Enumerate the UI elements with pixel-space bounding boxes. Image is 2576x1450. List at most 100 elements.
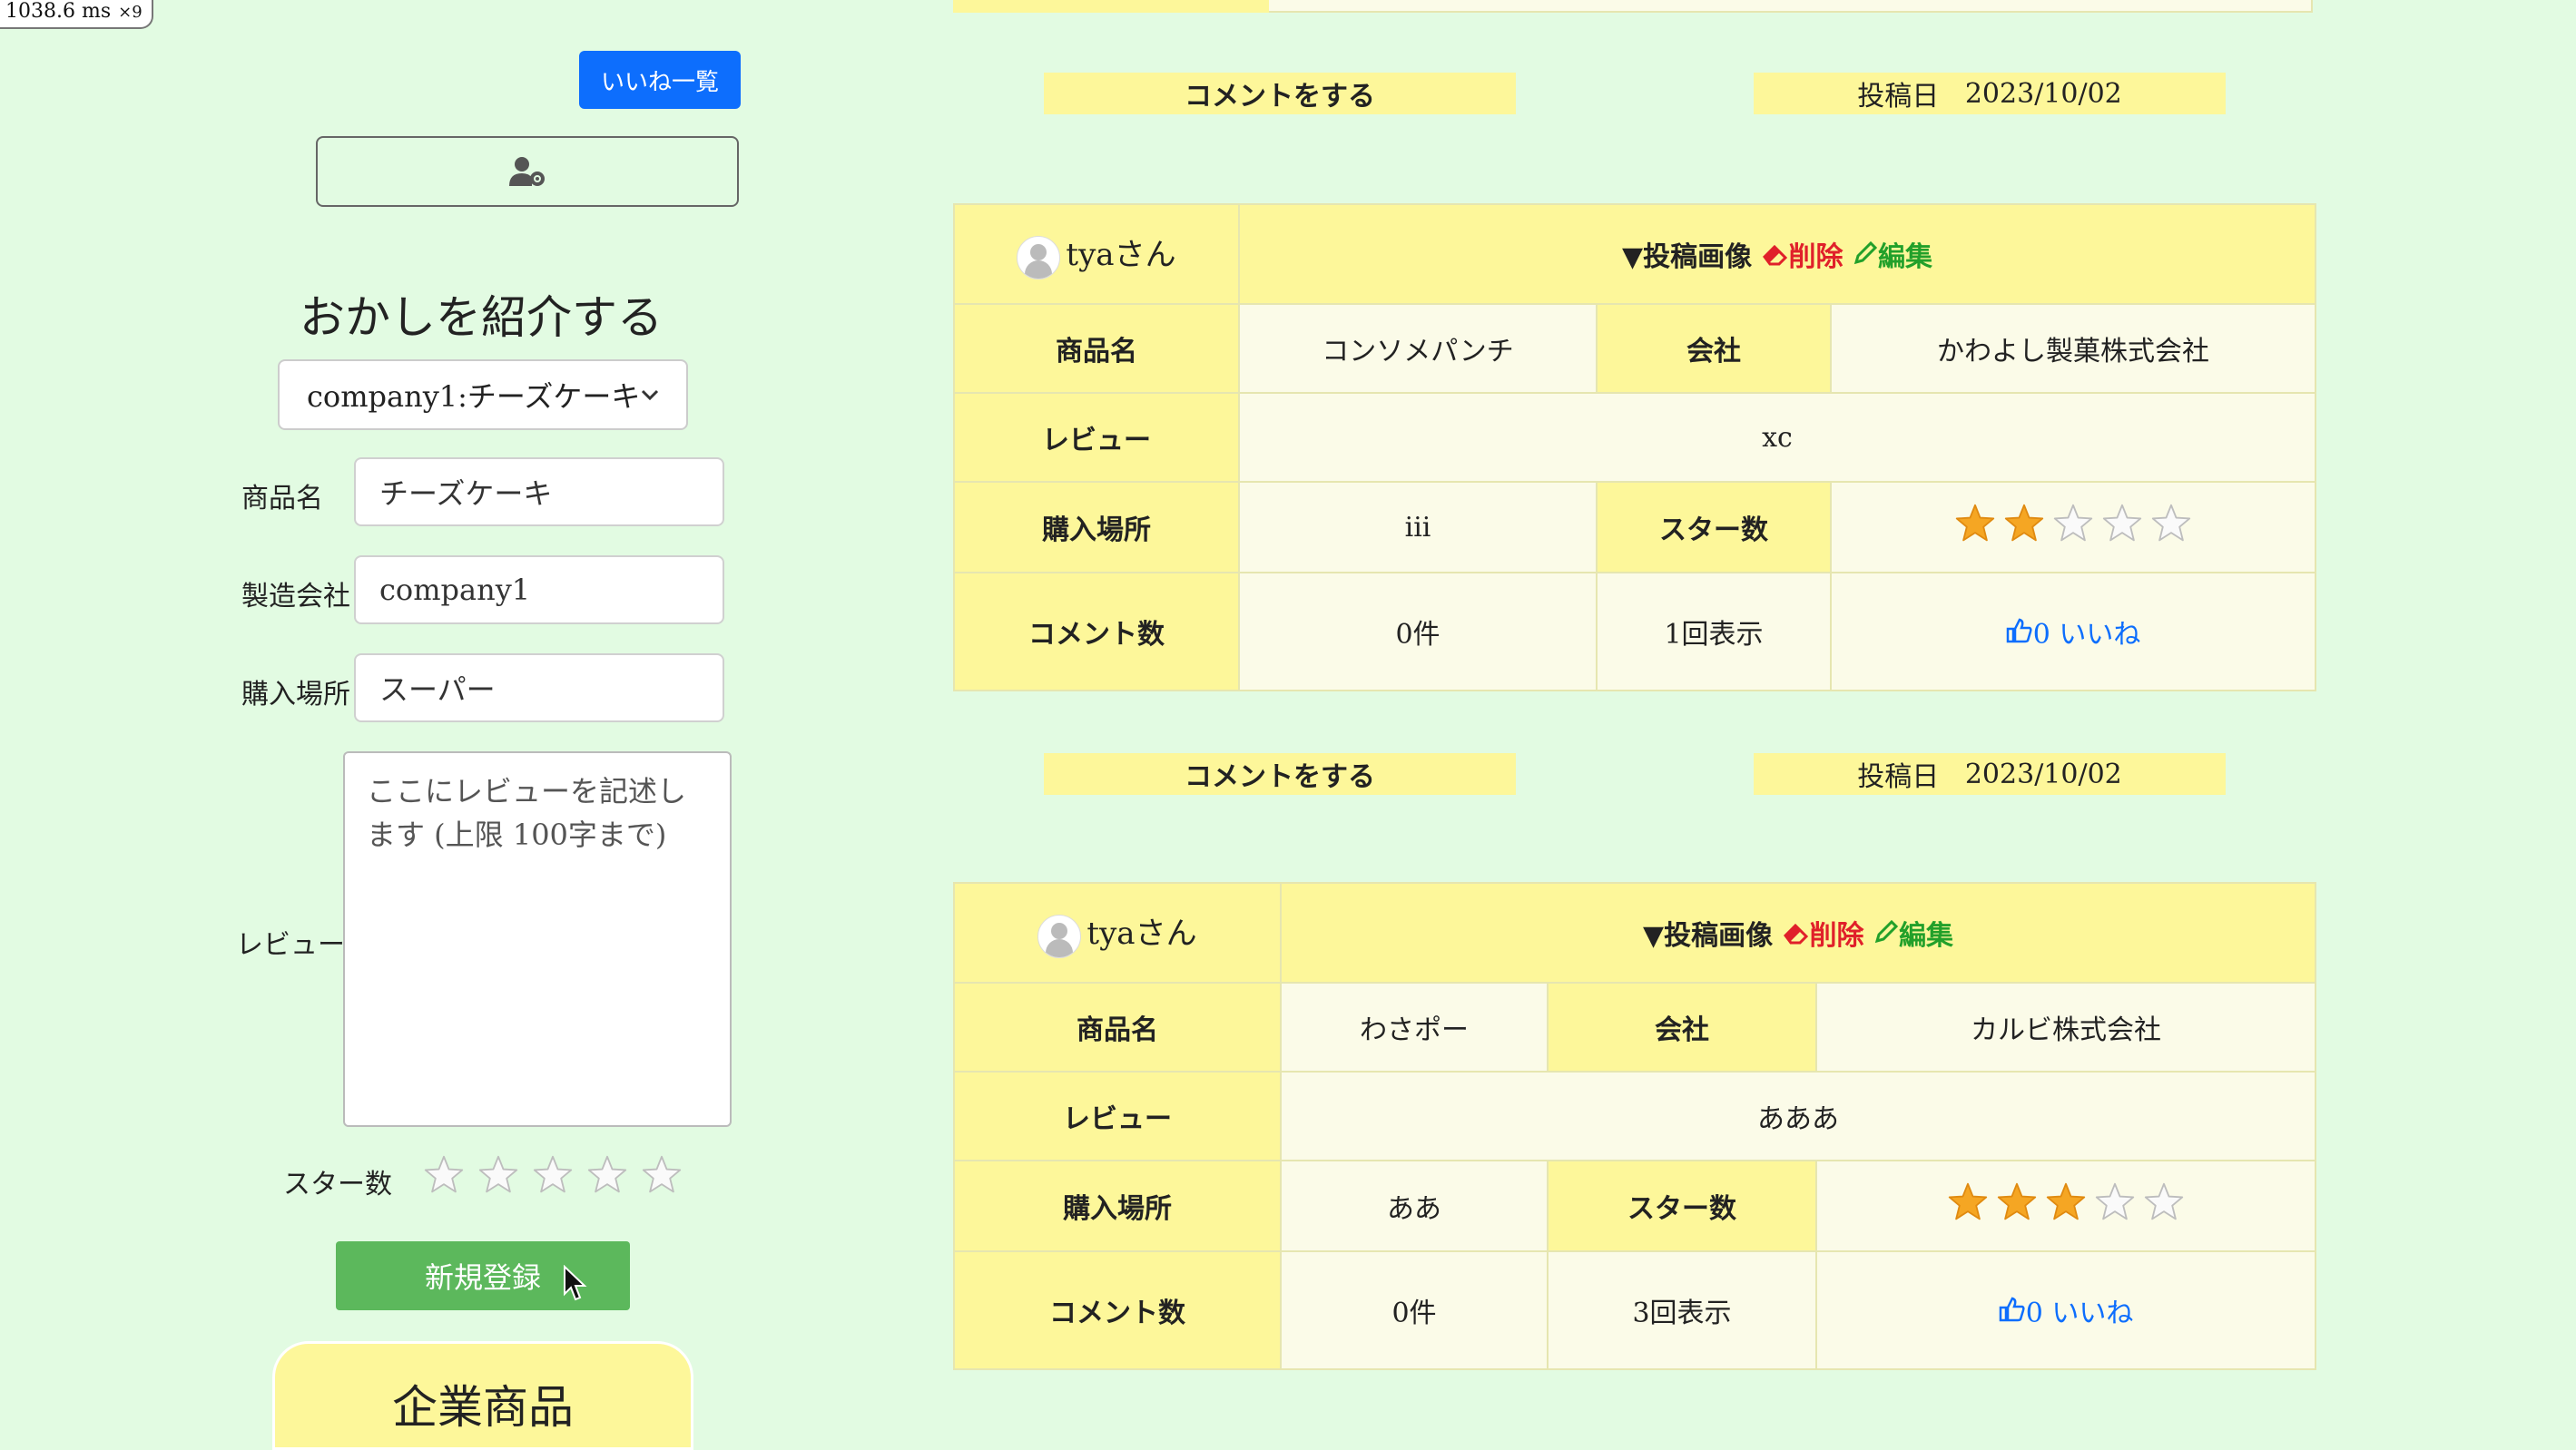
posted-date-value: 2023/10/02 <box>1964 758 2122 790</box>
product-label: 商品名 <box>953 982 1282 1073</box>
maker-label: 製造会社 <box>241 581 350 612</box>
product-select-value: company1:チーズケーキ <box>307 379 641 414</box>
star-rating <box>1829 481 2317 573</box>
delete-button[interactable]: 削除 <box>1762 241 1844 273</box>
star-filled-icon <box>2046 1182 2086 1220</box>
post-user-cell: tyaさん <box>953 882 1282 984</box>
post-table: tyaさん ▼投稿画像 削除 編集 商品名 コンソメパンチ 会社 かわよし製菓株… <box>953 203 2317 691</box>
star-rating-input[interactable] <box>423 1154 683 1196</box>
review-value: あああ <box>1279 1071 2317 1161</box>
likes-list-button[interactable]: いいね一覧 <box>579 51 741 109</box>
comments-label: コメント数 <box>953 572 1240 691</box>
star-filled-icon <box>1955 504 1995 542</box>
star-empty-icon <box>642 1155 682 1193</box>
delete-button[interactable]: 削除 <box>1783 920 1864 952</box>
maker-input[interactable]: company1 <box>354 555 724 624</box>
chevron-down-icon <box>641 389 659 401</box>
like-count: 0 <box>2032 619 2050 651</box>
like-count: 0 <box>2025 1298 2043 1329</box>
star-filled-icon <box>2004 504 2044 542</box>
company-products-label: 企業商品 <box>392 1381 574 1434</box>
star-filled-icon <box>1997 1182 2037 1220</box>
star-empty-icon <box>587 1155 627 1193</box>
place-value: ああ <box>1280 1160 1549 1252</box>
edit-button[interactable]: 編集 <box>1873 919 1953 952</box>
like-label: いいね <box>2059 619 2141 651</box>
user-settings-button[interactable] <box>316 136 739 207</box>
like-button[interactable]: 0 いいね <box>1814 1250 2317 1370</box>
comment-button[interactable]: コメントをする <box>1044 753 1516 795</box>
company-label: 会社 <box>1596 303 1832 394</box>
post-table: tyaさん ▼投稿画像 削除 編集 商品名 わさポー 会社 カルビ株式会社 レビ… <box>953 882 2317 1370</box>
delete-label: 削除 <box>1788 241 1844 273</box>
post-user: tyaさん <box>1086 915 1197 952</box>
stars-label: スター数 <box>1547 1160 1817 1252</box>
image-toggle[interactable]: ▼投稿画像 <box>1622 241 1752 273</box>
star-empty-icon <box>2102 504 2142 542</box>
comments-value: 0件 <box>1238 572 1598 691</box>
star-empty-icon <box>478 1155 518 1193</box>
place-value: iii <box>1238 481 1598 573</box>
avatar <box>1017 235 1061 279</box>
post-user: tyaさん <box>1066 236 1176 273</box>
company-value: かわよし製菓株式会社 <box>1829 303 2317 394</box>
posted-date-value: 2023/10/02 <box>1964 77 2122 110</box>
stars-label: スター数 <box>283 1169 392 1200</box>
edit-label: 編集 <box>1878 241 1932 273</box>
review-label: レビュー <box>953 1071 1282 1161</box>
edit-label: 編集 <box>1899 920 1953 952</box>
review-label: レビュー <box>953 392 1240 483</box>
comments-label: コメント数 <box>953 1250 1282 1370</box>
thumbs-up-icon <box>1999 1297 2025 1322</box>
product-value: わさポー <box>1280 982 1549 1073</box>
pencil-icon <box>1874 919 1899 944</box>
avatar <box>1037 914 1082 958</box>
post-image-row: ▼投稿画像 削除 編集 <box>1237 203 2317 305</box>
star-empty-icon <box>2151 504 2191 542</box>
form-title: おかしを紹介する <box>300 291 663 344</box>
company-products-tab[interactable]: 企業商品 <box>272 1341 693 1450</box>
star-filled-icon <box>1948 1182 1988 1220</box>
image-toggle[interactable]: ▼投稿画像 <box>1643 920 1773 952</box>
edit-button[interactable]: 編集 <box>1853 240 1932 273</box>
thumbs-up-icon <box>2006 618 2032 643</box>
review-label: レビュー <box>236 929 345 961</box>
delete-label: 削除 <box>1809 920 1864 952</box>
product-name-input[interactable]: チーズケーキ <box>354 457 724 526</box>
star-empty-icon <box>533 1155 573 1193</box>
star-rating <box>1814 1160 2317 1252</box>
product-value: コンソメパンチ <box>1238 303 1598 394</box>
post-date: 投稿日 2023/10/02 <box>1754 753 2226 795</box>
perf-time: 1038.6 ms <box>5 0 112 23</box>
posted-label: 投稿日 <box>1857 81 1940 113</box>
comment-button[interactable]: コメントをする <box>1044 73 1516 114</box>
place-label: 購入場所 <box>953 1160 1282 1252</box>
product-label: 商品名 <box>953 303 1240 394</box>
user-gear-icon <box>509 157 545 186</box>
review-textarea[interactable]: ここにレビューを記述します (上限 100字まで) <box>343 751 732 1127</box>
posted-label: 投稿日 <box>1857 761 1940 793</box>
comments-value: 0件 <box>1280 1250 1549 1370</box>
eraser-icon <box>1783 923 1808 945</box>
star-empty-icon <box>2095 1182 2135 1220</box>
previous-post-table-edge-cell <box>953 0 1269 13</box>
star-empty-icon <box>2144 1182 2184 1220</box>
post-user-cell: tyaさん <box>953 203 1240 305</box>
perf-timer: 1038.6 ms ×9 <box>0 0 153 29</box>
product-select[interactable]: company1:チーズケーキ <box>278 359 688 430</box>
cursor-icon <box>564 1265 587 1301</box>
eraser-icon <box>1762 244 1787 266</box>
company-value: カルビ株式会社 <box>1814 982 2317 1073</box>
views-value: 3回表示 <box>1547 1250 1817 1370</box>
company-label: 会社 <box>1547 982 1817 1073</box>
product-name-label: 商品名 <box>241 483 323 514</box>
star-empty-icon <box>424 1155 464 1193</box>
place-label: 購入場所 <box>241 679 350 710</box>
place-input[interactable]: スーパー <box>354 653 724 722</box>
post-date: 投稿日 2023/10/02 <box>1754 73 2226 114</box>
like-button[interactable]: 0 いいね <box>1829 572 2317 691</box>
pencil-icon <box>1853 240 1878 265</box>
review-value: xc <box>1237 392 2317 483</box>
stars-label: スター数 <box>1596 481 1832 573</box>
views-value: 1回表示 <box>1596 572 1832 691</box>
